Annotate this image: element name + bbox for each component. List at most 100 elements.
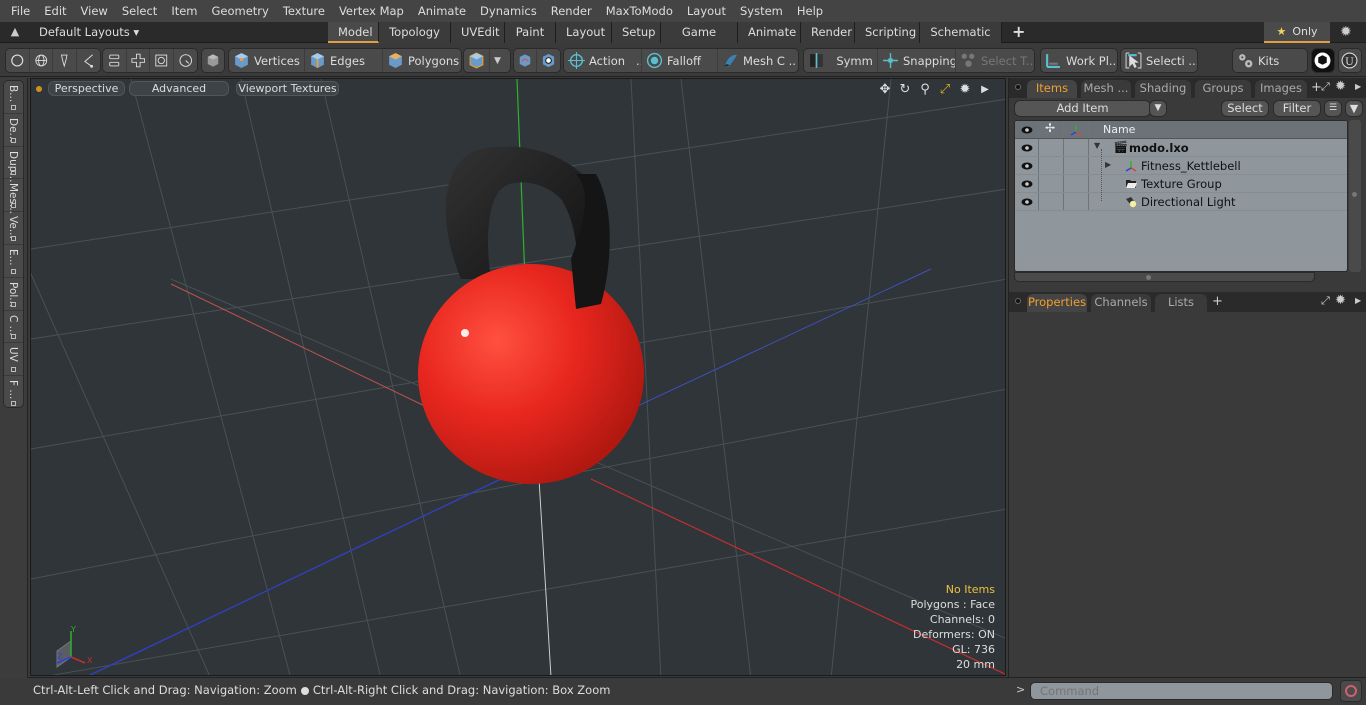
vtab-polygon[interactable]: Pol... [4, 278, 23, 311]
tab-images[interactable]: Images [1255, 80, 1307, 98]
selection-sets-button[interactable]: Selecti ... [1121, 49, 1197, 72]
vertices-mode-button[interactable]: Vertices [229, 49, 305, 72]
center-button[interactable] [537, 49, 560, 72]
menu-system[interactable]: System [733, 0, 790, 22]
modo-cube-button[interactable] [1312, 49, 1334, 72]
pan-icon[interactable]: ✥ [877, 82, 893, 98]
snapping-button[interactable]: Snapping [878, 49, 956, 72]
tab-paint[interactable]: Paint [505, 22, 556, 43]
panel-gear-icon[interactable]: ✹ [1335, 79, 1346, 94]
tab-layout[interactable]: Layout [556, 22, 612, 43]
tab-setup[interactable]: Setup [612, 22, 661, 43]
edges-mode-button[interactable]: Edges [305, 49, 383, 72]
menu-view[interactable]: View [74, 0, 115, 22]
tab-properties[interactable]: Properties [1027, 294, 1087, 312]
unreal-button[interactable]: U [1339, 49, 1361, 72]
tab-scripting[interactable]: Scripting [855, 22, 920, 43]
vtab-deform[interactable]: De... [4, 114, 23, 147]
globe-button[interactable] [30, 49, 54, 72]
menu-select[interactable]: Select [115, 0, 164, 22]
items-vertical-scrollbar[interactable] [1349, 120, 1361, 272]
vtab-basic[interactable]: B... [4, 81, 23, 114]
pen-tool-button[interactable] [53, 49, 77, 72]
panel-gear-icon[interactable]: ✹ [1335, 293, 1346, 308]
filter-button[interactable]: Filter [1273, 100, 1321, 117]
frame-button[interactable] [150, 49, 174, 72]
tab-model[interactable]: Model [328, 22, 379, 43]
viewport-gear-icon[interactable]: ✹ [957, 82, 973, 98]
add-item-dropdown[interactable]: ▼ [1149, 100, 1167, 117]
tab-channels[interactable]: Channels [1091, 294, 1151, 312]
eye-icon[interactable] [1021, 160, 1033, 172]
viewport-menu-dot[interactable] [36, 86, 42, 92]
3d-viewport[interactable]: Y X Z Perspective Advanced Viewport Text… [30, 78, 1006, 676]
lock-cell[interactable] [1039, 193, 1064, 210]
work-plane-button[interactable]: Work Pl... [1041, 49, 1117, 72]
tab-topology[interactable]: Topology [379, 22, 451, 43]
uv-cross-button[interactable] [127, 49, 151, 72]
tree-row-scene[interactable]: ▼ 🎬︎ modo.lxo [1015, 139, 1347, 157]
path-tool-button[interactable] [77, 49, 100, 72]
add-layout-tab-button[interactable]: + [1002, 22, 1032, 43]
menu-render[interactable]: Render [544, 0, 599, 22]
menu-geometry[interactable]: Geometry [205, 0, 276, 22]
lock-cell[interactable] [1039, 139, 1064, 156]
maximize-panel-icon[interactable]: ⤢ [1321, 294, 1330, 308]
record-macro-button[interactable] [1340, 680, 1362, 702]
menu-file[interactable]: File [4, 0, 37, 22]
item-mode-button[interactable] [202, 49, 224, 72]
list-options-button[interactable]: ☰ [1324, 100, 1342, 117]
eye-icon[interactable] [1021, 196, 1033, 208]
gear-icon[interactable]: ✹ [1340, 24, 1352, 40]
vtab-vertex[interactable]: Ve... [4, 212, 23, 245]
tree-row-mesh[interactable]: ▶ Fitness_Kettlebell [1015, 157, 1347, 175]
expand-right-icon[interactable]: ▶ [977, 82, 993, 98]
select-button[interactable]: Select [1221, 100, 1269, 117]
collapse-arrow-icon[interactable]: ▲ [8, 25, 22, 39]
kits-button[interactable]: Kits [1233, 49, 1307, 72]
tab-uvedit[interactable]: UVEdit [451, 22, 505, 43]
panel-expand-icon[interactable]: ▶ [1355, 296, 1361, 305]
menu-help[interactable]: Help [790, 0, 830, 22]
tab-shading[interactable]: Shading [1135, 80, 1191, 98]
maximize-icon[interactable]: ⤢ [937, 82, 953, 98]
filter-funnel-button[interactable]: ▼ [1345, 100, 1363, 117]
layers-button[interactable] [103, 49, 127, 72]
menu-vertex-map[interactable]: Vertex Map [332, 0, 411, 22]
only-toggle[interactable]: ★ Only [1264, 22, 1330, 43]
eye-icon[interactable] [1021, 178, 1033, 190]
scroll-grip[interactable] [1146, 275, 1151, 280]
perspective-dropdown[interactable]: Perspective [48, 81, 125, 96]
tab-render[interactable]: Render [801, 22, 855, 43]
panel-expand-icon[interactable]: ▶ [1355, 82, 1361, 91]
name-column-header[interactable]: Name [1103, 123, 1135, 136]
panel-menu-dot[interactable] [1015, 298, 1021, 304]
kettlebell-model[interactable] [418, 146, 644, 484]
maximize-panel-icon[interactable]: ⤢ [1321, 80, 1330, 94]
mesh-constraint-button[interactable]: Mesh C ... [718, 49, 796, 72]
falloff-button[interactable]: Falloff [642, 49, 718, 72]
type-column-header[interactable] [1064, 121, 1089, 138]
rotate-icon[interactable]: ↻ [897, 82, 913, 98]
tab-lists[interactable]: Lists [1155, 294, 1207, 312]
vtab-fusion[interactable]: F ... [4, 376, 23, 409]
lock-cell[interactable] [1039, 157, 1064, 174]
menu-dynamics[interactable]: Dynamics [473, 0, 544, 22]
circle-select-button[interactable] [6, 49, 30, 72]
collapse-arrow-icon[interactable]: ▼ [1094, 141, 1100, 150]
mode-dropdown-arrow[interactable]: ▼ [490, 49, 510, 72]
menu-edit[interactable]: Edit [37, 0, 73, 22]
symmetry-button[interactable]: Symm ... [804, 49, 878, 72]
menu-layout[interactable]: Layout [680, 0, 733, 22]
polygons-mode-button[interactable]: Polygons [383, 49, 461, 72]
zoom-icon[interactable]: ⚲ [917, 82, 933, 98]
menu-animate[interactable]: Animate [411, 0, 473, 22]
tab-animate[interactable]: Animate [738, 22, 801, 43]
eye-icon[interactable] [1021, 142, 1033, 154]
tree-row-texture-group[interactable]: Texture Group [1015, 175, 1347, 193]
material-mode-button[interactable] [464, 49, 490, 72]
action-center-button[interactable]: Action ... [564, 49, 642, 72]
visibility-column-header[interactable] [1015, 121, 1039, 138]
tab-game-tools[interactable]: Game Tools [661, 22, 738, 59]
shading-advanced-dropdown[interactable]: Advanced [129, 81, 229, 96]
